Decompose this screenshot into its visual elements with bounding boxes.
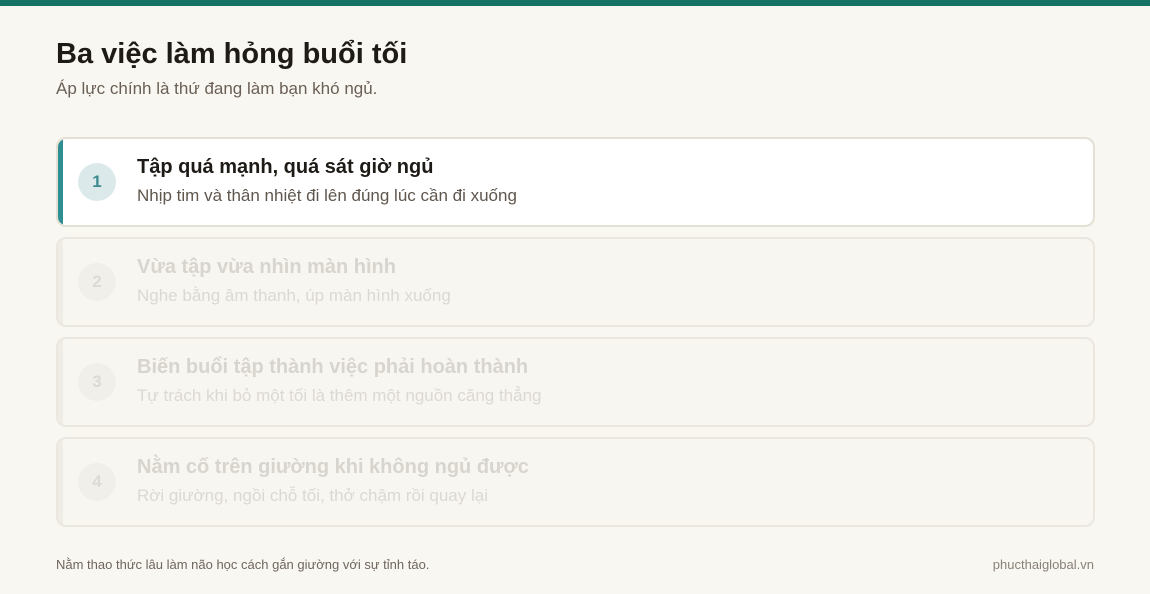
step-title: Nằm cố trên giường khi không ngủ được <box>137 456 529 478</box>
page-title: Ba việc làm hỏng buổi tối <box>56 38 408 70</box>
step-accent-bar <box>58 239 63 325</box>
step-description: Nhịp tim và thân nhiệt đi lên đúng lúc c… <box>137 186 517 205</box>
step-accent-bar <box>58 439 63 525</box>
footer-note: Nằm thao thức lâu làm não học cách gắn g… <box>56 557 430 572</box>
step-card-2[interactable]: 2 Vừa tập vừa nhìn màn hình Nghe bằng âm… <box>56 237 1095 327</box>
step-card-4[interactable]: 4 Nằm cố trên giường khi không ngủ được … <box>56 437 1095 527</box>
step-title: Biến buổi tập thành việc phải hoàn thành <box>137 356 529 378</box>
page-subtitle: Áp lực chính là thứ đang làm bạn khó ngủ… <box>56 79 378 98</box>
top-accent-bar <box>0 0 1150 6</box>
steps-list: 1 Tập quá mạnh, quá sát giờ ngủ Nhịp tim… <box>56 137 1095 537</box>
step-card-3[interactable]: 3 Biến buổi tập thành việc phải hoàn thà… <box>56 337 1095 427</box>
step-accent-bar <box>58 339 63 425</box>
step-description: Nghe bằng âm thanh, úp màn hình xuống <box>137 286 451 305</box>
step-title: Vừa tập vừa nhìn màn hình <box>137 256 396 278</box>
step-number-badge: 1 <box>78 163 116 201</box>
step-title: Tập quá mạnh, quá sát giờ ngủ <box>137 156 434 178</box>
step-number-badge: 4 <box>78 463 116 501</box>
step-number-badge: 3 <box>78 363 116 401</box>
step-description: Tự trách khi bỏ một tối là thêm một nguồ… <box>137 386 542 405</box>
step-description: Rời giường, ngồi chỗ tối, thở chậm rồi q… <box>137 486 488 505</box>
page-header: Ba việc làm hỏng buổi tối Áp lực chính l… <box>56 36 407 100</box>
footer-site-link[interactable]: phucthaiglobal.vn <box>993 556 1094 574</box>
step-number-badge: 2 <box>78 263 116 301</box>
step-card-1[interactable]: 1 Tập quá mạnh, quá sát giờ ngủ Nhịp tim… <box>56 137 1095 227</box>
step-accent-bar <box>58 139 63 225</box>
